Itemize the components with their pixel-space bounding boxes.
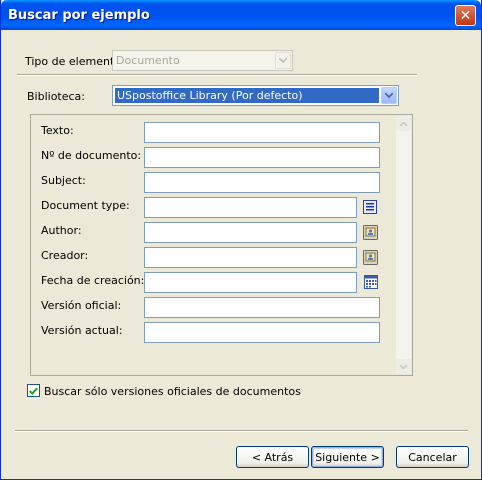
creator-input[interactable]	[144, 247, 357, 268]
close-icon: ✕	[459, 7, 472, 24]
created-date-label: Fecha de creación:	[41, 274, 145, 287]
vertical-scrollbar[interactable]	[396, 116, 411, 374]
doc-number-label: Nº de documento:	[41, 149, 142, 162]
subject-input[interactable]	[144, 172, 380, 193]
element-type-value: Documento	[116, 54, 180, 67]
chevron-down-icon	[275, 52, 291, 69]
current-version-label: Versión actual:	[41, 324, 123, 337]
official-version-input[interactable]	[144, 297, 380, 318]
text-label: Texto:	[41, 124, 74, 137]
library-selected-value: USpostoffice Library (Por defecto)	[115, 88, 379, 103]
official-version-label: Versión oficial:	[41, 299, 122, 312]
back-button[interactable]: < Atrás	[236, 446, 309, 468]
author-input[interactable]	[144, 222, 357, 243]
doc-type-input[interactable]	[144, 197, 357, 218]
element-type-label: Tipo de elemento:	[25, 55, 125, 68]
dialog-window: Buscar por ejemplo ✕ Tipo de elemento: D…	[0, 0, 482, 480]
library-label: Biblioteca:	[27, 90, 86, 103]
library-select[interactable]: USpostoffice Library (Por defecto)	[112, 85, 399, 106]
calendar-icon[interactable]	[362, 273, 380, 291]
list-icon[interactable]	[361, 198, 379, 216]
search-fields-panel: Texto: Nº de documento: Subject: Documen…	[30, 114, 413, 376]
official-only-label[interactable]: Buscar sólo versiones oficiales de docum…	[44, 385, 301, 398]
window-title: Buscar por ejemplo	[8, 8, 150, 23]
user-card-icon[interactable]	[361, 223, 379, 241]
scroll-up-icon[interactable]	[396, 116, 411, 131]
text-input[interactable]	[144, 122, 380, 143]
creator-label: Creador:	[41, 249, 89, 262]
bottom-separator	[15, 430, 468, 432]
official-only-checkbox[interactable]	[27, 384, 40, 397]
cancel-button[interactable]: Cancelar	[396, 446, 469, 468]
doc-number-input[interactable]	[144, 147, 380, 168]
library-value-text: USpostoffice Library (Por defecto)	[117, 89, 303, 102]
doc-type-label: Document type:	[41, 199, 130, 212]
created-date-input[interactable]	[144, 272, 357, 293]
subject-label: Subject:	[41, 174, 86, 187]
author-label: Author:	[41, 224, 82, 237]
current-version-input[interactable]	[144, 322, 380, 343]
checkmark-icon	[29, 387, 38, 395]
element-type-select: Documento	[112, 50, 293, 71]
user-card-icon[interactable]	[361, 248, 379, 266]
next-button[interactable]: Siguiente >	[311, 446, 384, 468]
top-separator	[17, 74, 417, 76]
chevron-down-icon[interactable]	[381, 87, 397, 104]
close-button[interactable]: ✕	[455, 5, 476, 26]
scroll-down-icon[interactable]	[396, 359, 411, 374]
title-bar[interactable]: Buscar por ejemplo ✕	[1, 0, 481, 30]
